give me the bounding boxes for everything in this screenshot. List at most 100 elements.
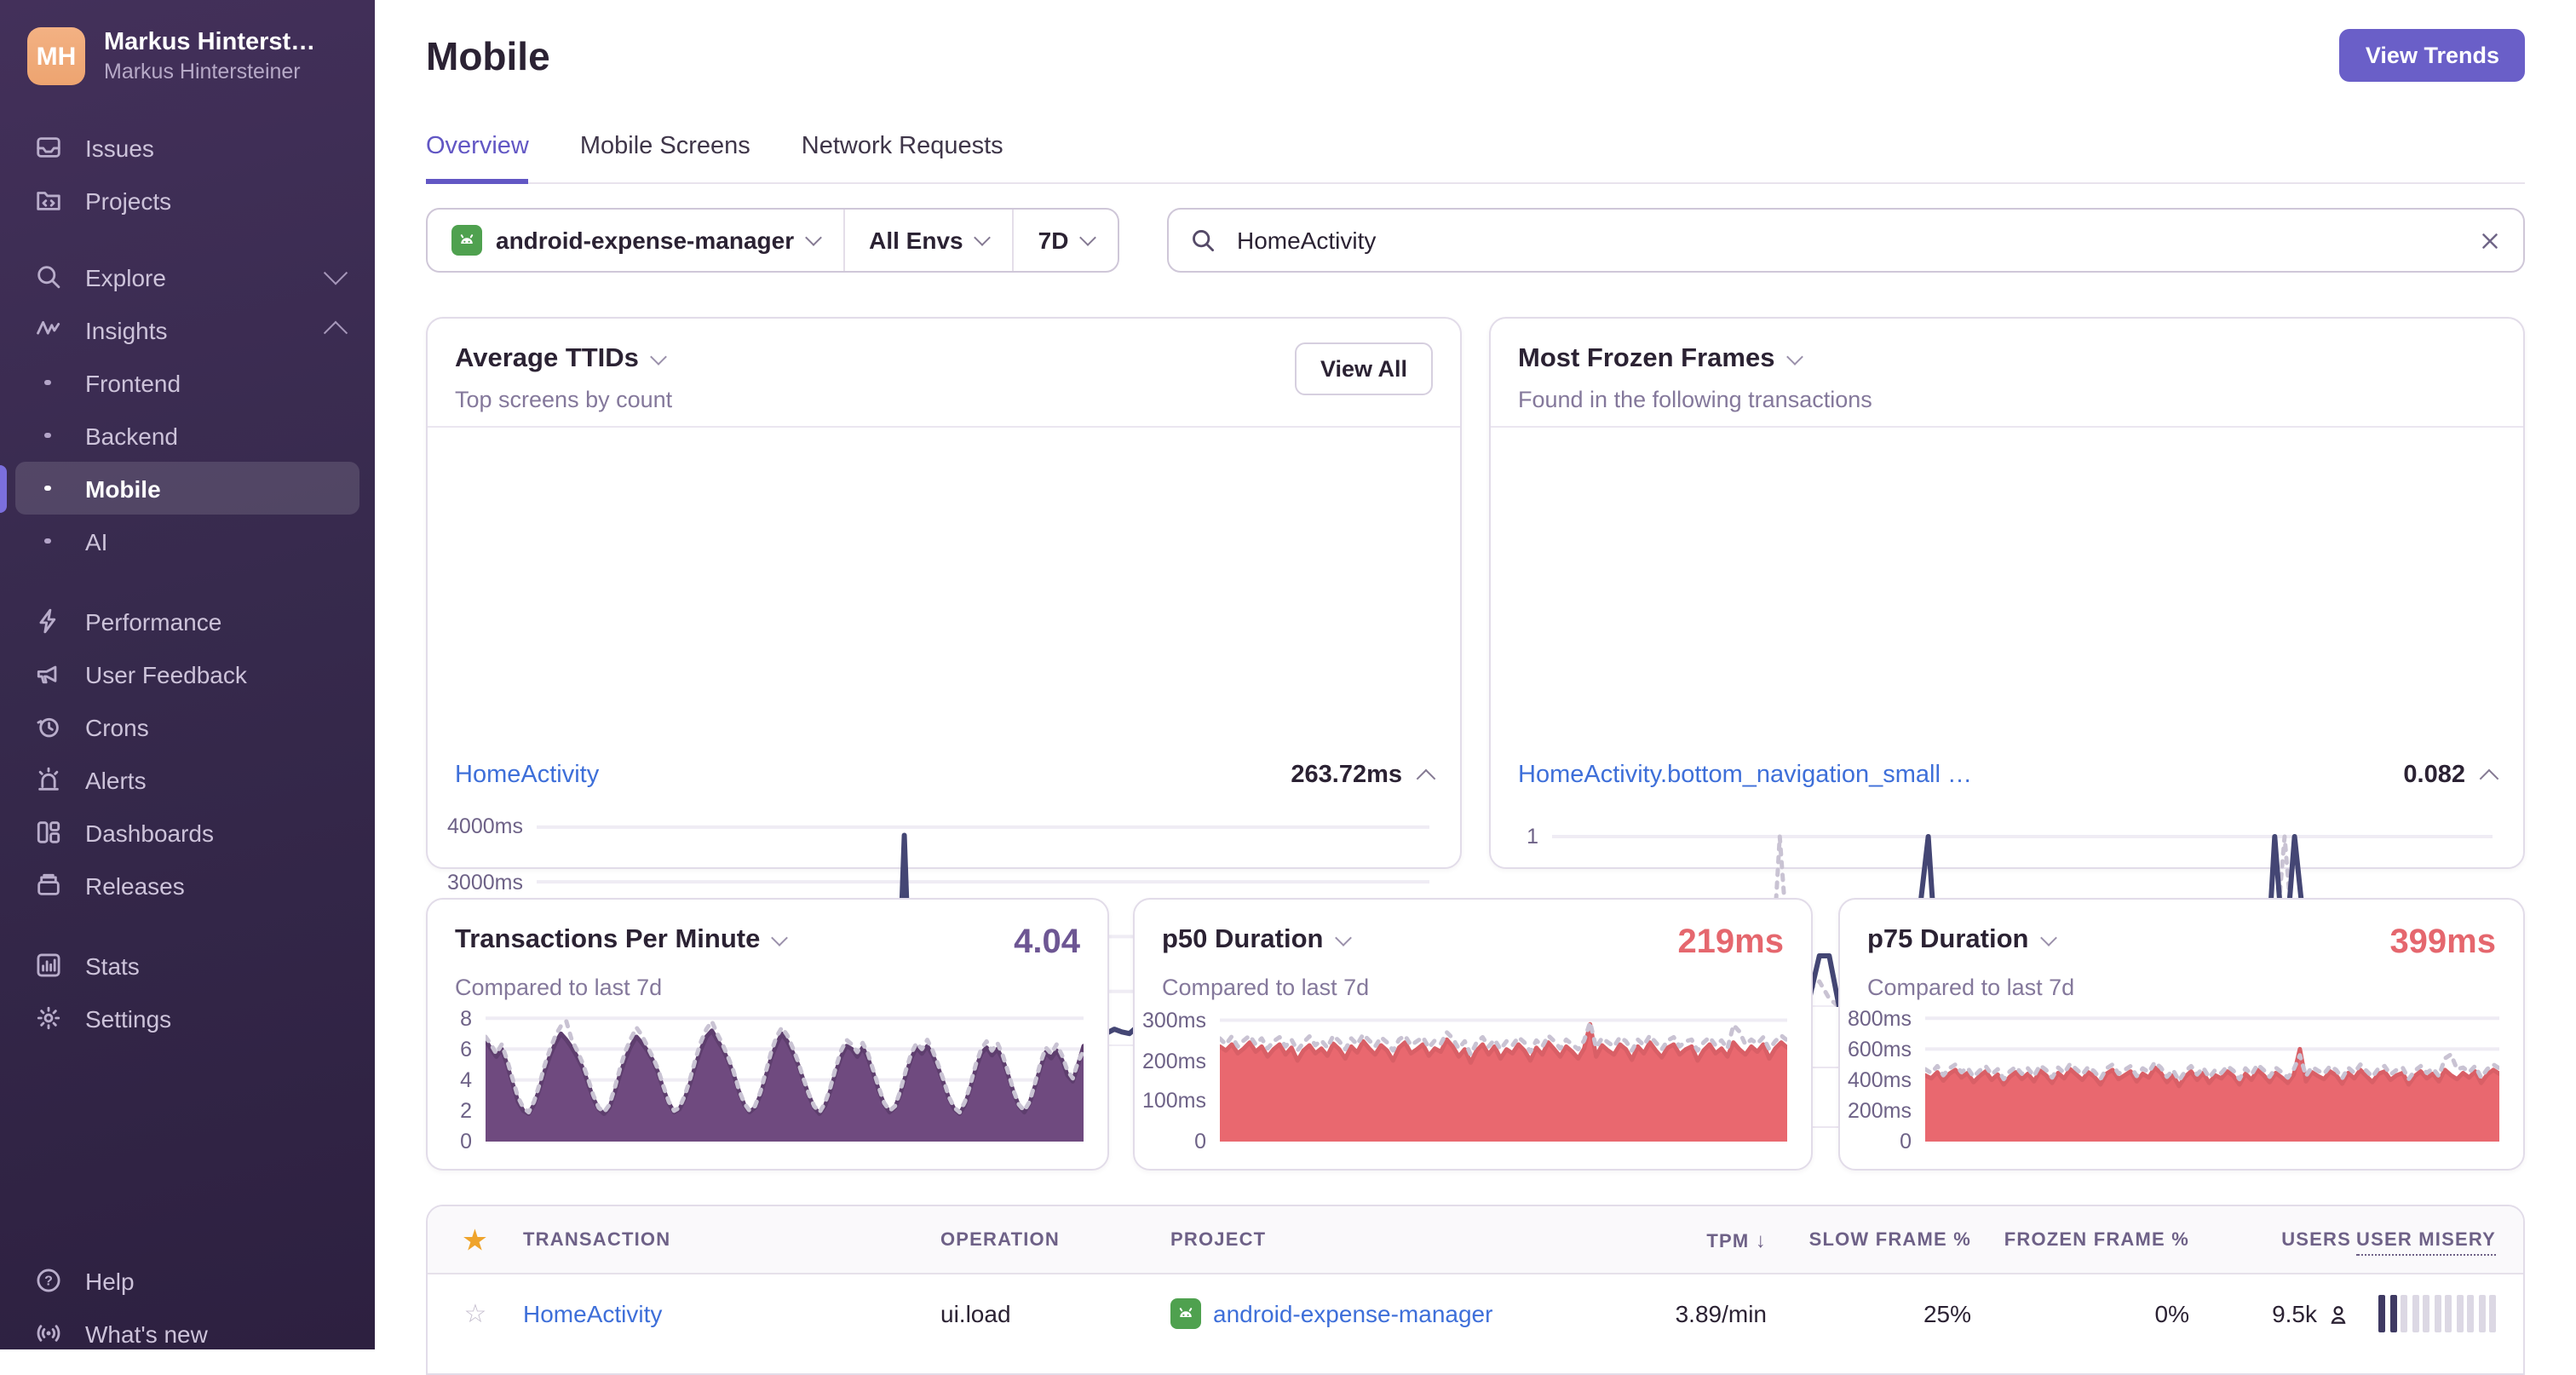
frozen-frames-subtitle: Found in the following transactions [1518,387,1872,412]
chevron-down-icon [771,929,789,946]
ttid-accordion-row: HomeActivity 263.72ms [428,743,1460,808]
divider [1491,426,2523,428]
collapse-icon[interactable] [1416,768,1436,788]
sidebar-item-stats[interactable]: Stats [15,939,359,992]
project-select[interactable]: android-expense-manager [428,210,843,271]
column-header-users[interactable]: USERS [2189,1229,2351,1250]
search-icon [1189,226,1218,255]
archive-icon [31,871,65,900]
sidebar-item-explore[interactable]: Explore [15,250,359,303]
lightning-icon [31,607,65,636]
project-select-value: android-expense-manager [496,227,795,254]
column-header-tpm[interactable]: TPM ↓ [1588,1228,1767,1251]
column-header-project[interactable]: PROJECT [1170,1229,1588,1250]
sort-desc-icon: ↓ [1755,1228,1767,1251]
siren-icon [31,765,65,794]
tpm-title[interactable]: Transactions Per Minute [455,925,789,956]
sidebar-item-insights[interactable]: Insights [15,303,359,356]
clear-search-icon[interactable] [2477,227,2503,253]
p50-chart: 300ms 200ms 100ms 0 [1138,1009,1787,1154]
sidebar-item-ai[interactable]: AI [15,515,359,567]
p50-subtitle: Compared to last 7d [1162,975,1370,1000]
user-icon [2326,1301,2351,1326]
column-header-operation[interactable]: OPERATION [940,1229,1170,1250]
tab-overview[interactable]: Overview [426,133,529,184]
date-range-value: 7D [1038,227,1069,254]
tpm-value: 4.04 [1014,923,1080,961]
sidebar-item-performance[interactable]: Performance [15,595,359,647]
view-all-button[interactable]: View All [1294,342,1433,395]
sidebar-item-releases[interactable]: Releases [15,859,359,912]
transaction-link[interactable]: HomeActivity [523,1300,662,1327]
environment-select[interactable]: All Envs [845,210,1013,271]
transaction-link[interactable]: HomeActivity [455,762,599,789]
chevron-down-icon [323,260,348,285]
chevron-down-icon [805,229,823,246]
search-input[interactable] [1233,225,2462,256]
tab-network-requests[interactable]: Network Requests [802,133,1003,184]
sidebar: MH Markus Hinterst… Markus Hintersteiner… [0,0,375,1349]
tpm-card: Transactions Per Minute 4.04 Compared to… [426,898,1109,1171]
sidebar-item-alerts[interactable]: Alerts [15,753,359,806]
p75-subtitle: Compared to last 7d [1867,975,2075,1000]
p75-value: 399ms [2389,923,2496,961]
collapse-icon[interactable] [2479,768,2499,788]
column-header-slow-frame[interactable]: SLOW FRAME % [1767,1229,1971,1250]
chevron-down-icon [1785,348,1803,365]
user-misery-score [2351,1295,2523,1332]
p50-title[interactable]: p50 Duration [1162,925,1352,956]
sidebar-item-mobile[interactable]: Mobile [15,462,359,515]
frozen-frames-title[interactable]: Most Frozen Frames [1518,344,2496,375]
insights-icon [31,315,65,344]
sidebar-item-help[interactable]: ? Help [15,1254,359,1307]
svg-text:?: ? [43,1274,52,1289]
clock-icon [31,712,65,741]
p50-value: 219ms [1677,923,1784,961]
chevron-down-icon [1334,929,1352,946]
bullet-icon [31,538,65,544]
broadcast-icon [31,1319,65,1348]
p75-duration-card: p75 Duration 399ms Compared to last 7d 8… [1838,898,2525,1171]
chevron-up-icon [323,319,348,344]
column-header-transaction[interactable]: TRANSACTION [523,1229,940,1250]
table-row: ☆ HomeActivity ui.load android-expense-m… [428,1274,2523,1353]
sidebar-item-dashboards[interactable]: Dashboards [15,806,359,859]
issues-icon [31,133,65,162]
tab-mobile-screens[interactable]: Mobile Screens [580,133,750,184]
most-frozen-frames-card: Most Frozen Frames Found in the followin… [1489,317,2525,1172]
column-header-frozen-frame[interactable]: FROZEN FRAME % [1971,1229,2189,1250]
search-bar [1167,208,2525,273]
date-range-select[interactable]: 7D [1015,210,1118,271]
sidebar-item-whats-new[interactable]: What's new [15,1307,359,1360]
sidebar-item-backend[interactable]: Backend [15,409,359,462]
page-title: Mobile [426,34,550,78]
projects-icon [31,186,65,215]
app-root: MH Markus Hinterst… Markus Hintersteiner… [0,0,2576,1375]
megaphone-icon [31,659,65,688]
org-user-dropdown[interactable]: MH Markus Hinterst… Markus Hintersteiner [0,0,375,85]
frozen-accordion-row: HomeActivity.bottom_navigation_small … 0… [1491,743,2523,808]
average-ttids-card: Average TTIDs Top screens by count View … [426,317,1462,1058]
explore-icon [31,262,65,291]
view-trends-button[interactable]: View Trends [2339,29,2525,82]
sidebar-item-crons[interactable]: Crons [15,700,359,753]
bar-chart-icon [31,951,65,980]
table-header-row: ★ TRANSACTION OPERATION PROJECT TPM ↓ SL… [428,1206,2523,1274]
sidebar-item-frontend[interactable]: Frontend [15,356,359,409]
tpm-subtitle: Compared to last 7d [455,975,663,1000]
sidebar-item-projects[interactable]: Projects [15,174,359,227]
gear-icon [31,1004,65,1033]
p50-duration-card: p50 Duration 219ms Compared to last 7d 3… [1133,898,1813,1171]
column-header-user-misery[interactable]: USER MISERY [2351,1229,2523,1255]
p75-title[interactable]: p75 Duration [1867,925,2057,956]
favorite-star-icon[interactable]: ☆ [428,1298,523,1329]
operation-cell: ui.load [940,1300,1011,1327]
average-ttids-title[interactable]: Average TTIDs [455,344,1433,375]
project-link[interactable]: android-expense-manager [1213,1300,1492,1327]
sidebar-item-user-feedback[interactable]: User Feedback [15,647,359,700]
transaction-link[interactable]: HomeActivity.bottom_navigation_small … [1518,762,1972,789]
frozen-value: 0.082 [2403,762,2465,789]
sidebar-item-issues[interactable]: Issues [15,121,359,174]
sidebar-item-settings[interactable]: Settings [15,992,359,1044]
average-ttids-subtitle: Top screens by count [455,387,673,412]
